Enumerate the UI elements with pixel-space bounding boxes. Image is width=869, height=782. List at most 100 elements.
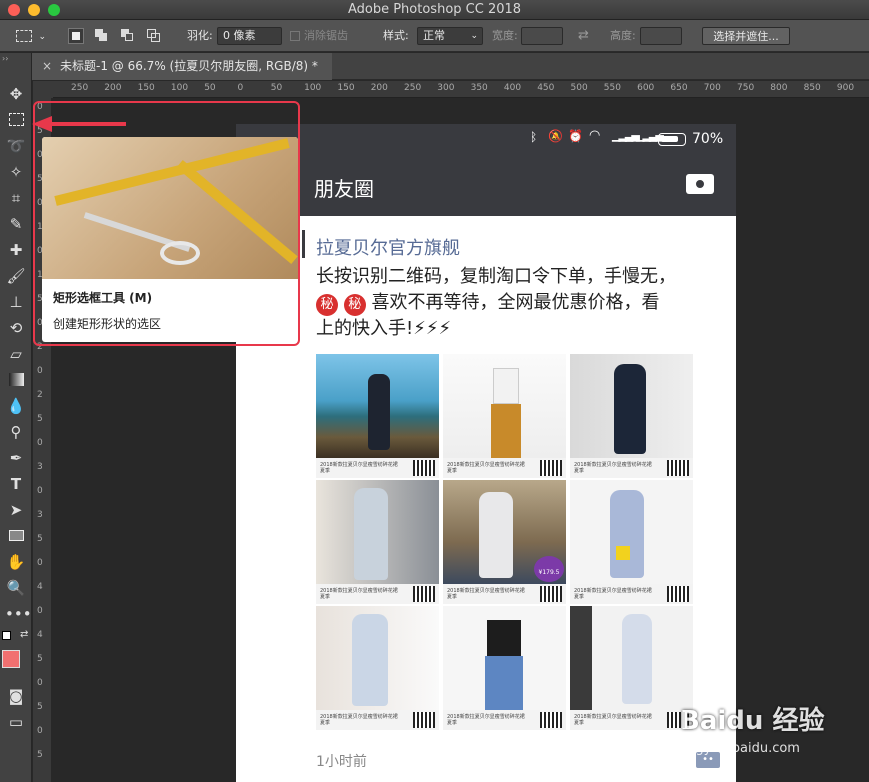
ruler-tick-label: 5 — [37, 702, 43, 712]
ruler-tick-label: 350 — [470, 83, 488, 93]
eyedropper-tool-icon[interactable]: ✎ — [5, 213, 27, 235]
post-time: 1小时前 — [316, 754, 367, 770]
horizontal-ruler[interactable]: 250 200 150 100 50 0 50 100 150 200 250 300 350 400 45… — [53, 81, 869, 98]
default-colors-icon[interactable] — [2, 631, 11, 640]
photo-item[interactable]: 2018新款拉夏贝尔显瘦雪纺碎花裙夏季 — [316, 354, 439, 478]
ruler-tick-label: 250 — [404, 83, 422, 93]
photo-caption: 2018新款拉夏贝尔显瘦雪纺碎花裙夏季 — [447, 714, 525, 726]
bluetooth-icon: ᛒ — [530, 130, 538, 144]
ruler-tick-label: 2 — [37, 390, 43, 400]
tools-panel: ›› ✥ ➰ ✧ ⌗ ✎ ✚ 🖌 ⊥ ⟲ ▱ 💧 ⚲ ✒ T ➤ ✋ 🔍 •••… — [0, 53, 32, 782]
post-line-3: 上的快入手!⚡⚡⚡ — [316, 318, 452, 339]
crop-tool-icon[interactable]: ⌗ — [5, 187, 27, 209]
gradient-tool-icon[interactable] — [5, 369, 27, 391]
ruler-tick-label: 650 — [670, 83, 688, 93]
zoom-tool-icon[interactable]: 🔍 — [5, 577, 27, 599]
ruler-tick-label: 0 — [37, 486, 43, 496]
intersect-selection-icon-part — [151, 33, 160, 42]
camera-icon[interactable] — [686, 174, 714, 194]
tape-measure — [54, 138, 290, 206]
document-tab[interactable]: × 未标题-1 @ 66.7% (拉夏贝尔朋友圈, RGB/8) * — [32, 53, 332, 80]
style-value: 正常 — [423, 29, 445, 42]
ruler-tick-label: 4 — [37, 582, 43, 592]
tool-preset-picker[interactable]: ⌄ — [16, 20, 52, 52]
qr-code-icon — [413, 712, 435, 728]
dress-figure — [368, 374, 390, 450]
height-label: 高度: — [610, 29, 636, 42]
antialias-checkbox[interactable]: 消除锯齿 — [290, 20, 348, 52]
history-brush-tool-icon[interactable]: ⟲ — [5, 317, 27, 339]
ruler-tick-label: 0 — [37, 726, 43, 736]
rectangle-icon — [8, 530, 24, 541]
photo-caption: 2018新款拉夏贝尔显瘦雪纺碎花裙夏季 — [574, 714, 652, 726]
ruler-tick-label: 100 — [170, 83, 189, 93]
ruler-tick-label: 0 — [237, 83, 244, 93]
hand-tool-icon[interactable]: ✋ — [5, 551, 27, 573]
add-to-selection-button[interactable] — [94, 28, 110, 44]
brush-tool-icon[interactable]: 🖌 — [5, 265, 27, 287]
select-and-mask-button[interactable]: 选择并遮住... — [702, 27, 790, 45]
move-tool-icon[interactable]: ✥ — [5, 83, 27, 105]
pen-tool-icon[interactable]: ✒ — [5, 447, 27, 469]
lasso-tool-icon[interactable]: ➰ — [5, 135, 27, 157]
tooltip-description: 创建矩形形状的选区 — [53, 317, 162, 331]
style-label: 样式: — [383, 29, 409, 42]
close-tab-icon[interactable]: × — [42, 53, 52, 80]
document-canvas[interactable]: ᛒ 🔕 ⏰ ◠ ▁▂▃▄ ▁▂▃▄ 70% 朋友圈 拉夏贝尔官方旗舰 长按识别二… — [236, 124, 736, 782]
rectangle-tool-icon[interactable] — [5, 525, 27, 547]
tee-figure — [487, 620, 521, 656]
battery-level — [661, 136, 678, 142]
eraser-tool-icon[interactable]: ▱ — [5, 343, 27, 365]
blur-tool-icon[interactable]: 💧 — [5, 395, 27, 417]
scissors-handle — [160, 241, 200, 265]
new-selection-button[interactable] — [68, 28, 84, 44]
tool-tooltip: 矩形选框工具 (M) 创建矩形形状的选区 — [42, 137, 298, 342]
dodge-tool-icon[interactable]: ⚲ — [5, 421, 27, 443]
style-select[interactable]: 正常 ⌄ — [417, 27, 483, 45]
screen-mode-icon[interactable]: ▭ — [5, 711, 27, 733]
photo-item[interactable]: 2018新款拉夏贝尔显瘦雪纺碎花裙夏季 — [570, 480, 693, 604]
qr-code-icon — [540, 586, 562, 602]
dress-figure — [610, 490, 644, 578]
subtract-from-selection-button[interactable] — [120, 28, 136, 44]
ruler-tick-label: 800 — [770, 83, 788, 93]
photo-caption: 2018新款拉夏贝尔显瘦雪纺碎花裙夏季 — [574, 588, 652, 600]
photo-caption: 2018新款拉夏贝尔显瘦雪纺碎花裙夏季 — [320, 462, 398, 474]
type-tool-icon[interactable]: T — [5, 473, 27, 495]
nav-title: 朋友圈 — [314, 177, 374, 201]
qr-code-icon — [540, 460, 562, 476]
width-input[interactable] — [521, 27, 563, 45]
swap-colors-icon[interactable]: ⇄ — [20, 629, 28, 640]
top-figure — [493, 368, 519, 404]
camera-lens — [694, 178, 706, 190]
baidu-watermark: Baidu 经验 jingyan.baidu.com — [680, 700, 824, 756]
magic-wand-tool-icon[interactable]: ✧ — [5, 161, 27, 183]
edit-toolbar-icon[interactable]: ••• — [5, 603, 32, 625]
swap-dimensions-icon[interactable]: ⇄ — [578, 20, 589, 52]
poster-name[interactable]: 拉夏贝尔官方旗舰 — [316, 234, 460, 260]
intersect-selection-button[interactable] — [146, 28, 162, 44]
ruler-tick-label: 0 — [37, 438, 43, 448]
clone-stamp-tool-icon[interactable]: ⊥ — [5, 291, 27, 313]
photo-item[interactable]: 2018新款拉夏贝尔显瘦雪纺碎花裙夏季 — [570, 606, 693, 730]
healing-brush-tool-icon[interactable]: ✚ — [5, 239, 27, 261]
ruler-tick-label: 750 — [737, 83, 755, 93]
secret-badge: 秘 — [343, 294, 366, 316]
photo-item[interactable]: 2018新款拉夏贝尔显瘦雪纺碎花裙夏季 — [316, 606, 439, 730]
foreground-color-swatch[interactable] — [2, 650, 20, 668]
photo-caption: 2018新款拉夏贝尔显瘦雪纺碎花裙夏季 — [447, 462, 525, 474]
marquee-icon — [16, 30, 32, 42]
feather-input[interactable]: 0 像素 — [217, 27, 282, 45]
quick-mask-icon[interactable]: ◙ — [5, 685, 27, 707]
ruler-tick-label: 50 — [270, 83, 283, 93]
photo-item[interactable]: 2018新款拉夏贝尔显瘦雪纺碎花裙夏季 — [316, 480, 439, 604]
photo-item[interactable]: 2018新款拉夏贝尔显瘦雪纺碎花裙夏季 — [443, 606, 566, 730]
photo-item[interactable]: ¥179.5 2018新款拉夏贝尔显瘦雪纺碎花裙夏季 — [443, 480, 566, 604]
rectangular-marquee-tool-icon[interactable] — [5, 109, 27, 131]
height-input[interactable] — [640, 27, 682, 45]
photo-item[interactable]: 2018新款拉夏贝尔显瘦雪纺碎花裙夏季 — [443, 354, 566, 478]
photo-item[interactable]: 2018新款拉夏贝尔显瘦雪纺碎花裙夏季 — [570, 354, 693, 478]
collapse-icon[interactable]: ›› — [2, 54, 8, 63]
ruler-tick-label: 850 — [803, 83, 821, 93]
path-selection-tool-icon[interactable]: ➤ — [5, 499, 27, 521]
